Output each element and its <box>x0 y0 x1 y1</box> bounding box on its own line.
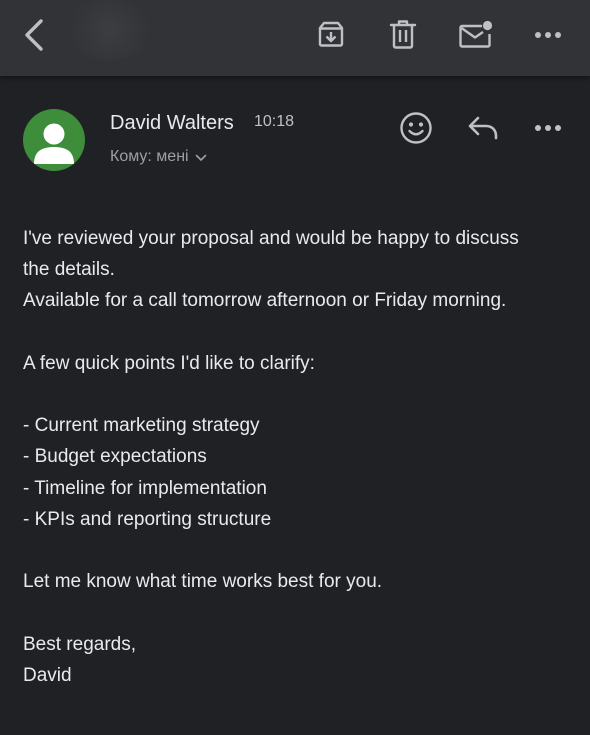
email-timestamp: 10:18 <box>254 113 295 130</box>
more-options-button[interactable] <box>530 20 566 50</box>
email-body-line <box>23 317 568 348</box>
message-more-options-button[interactable] <box>530 114 566 142</box>
more-horizontal-icon <box>535 32 561 38</box>
recipient-label: Кому: мені <box>110 148 189 165</box>
archive-button[interactable] <box>312 15 350 53</box>
email-body-line: - Current marketing strategy <box>23 415 260 437</box>
email-body-line <box>23 379 568 410</box>
email-body-line: - Timeline for implementation <box>23 477 267 499</box>
email-body-line: Best regards, <box>23 633 136 655</box>
faded-background-avatar <box>60 0 160 60</box>
delete-button[interactable] <box>384 15 422 53</box>
emoji-icon <box>400 112 432 144</box>
email-body-line <box>23 597 568 628</box>
reply-icon <box>468 116 498 140</box>
archive-icon <box>318 21 344 47</box>
email-body-line: A few quick points I'd like to clarify: <box>23 352 315 374</box>
sender-name: David Walters <box>110 112 234 134</box>
chevron-left-icon <box>25 19 43 51</box>
email-body: I've reviewed your proposal and would be… <box>23 223 568 691</box>
email-body-line <box>23 535 568 566</box>
reply-button[interactable] <box>464 110 502 146</box>
recipient-details-toggle[interactable]: Кому: мені <box>110 148 207 166</box>
email-body-line: the details. <box>23 259 115 281</box>
email-body-line: David <box>23 664 72 686</box>
avatar[interactable] <box>23 109 85 171</box>
add-reaction-button[interactable] <box>396 108 436 148</box>
email-body-line: Let me know what time works best for you… <box>23 571 383 593</box>
back-button[interactable] <box>14 14 54 56</box>
email-body-line: - Budget expectations <box>23 446 207 468</box>
mark-unread-button[interactable] <box>456 15 496 53</box>
email-body-line: I've reviewed your proposal and would be… <box>23 228 519 249</box>
email-body-line: - KPIs and reporting structure <box>23 508 272 530</box>
email-body-line: Available for a call tomorrow afternoon … <box>23 290 507 312</box>
app-bar <box>0 0 590 76</box>
trash-icon <box>389 20 417 49</box>
mail-unread-icon <box>459 20 493 48</box>
chevron-down-icon <box>195 154 206 161</box>
person-icon <box>34 123 74 164</box>
more-horizontal-icon <box>535 125 561 131</box>
